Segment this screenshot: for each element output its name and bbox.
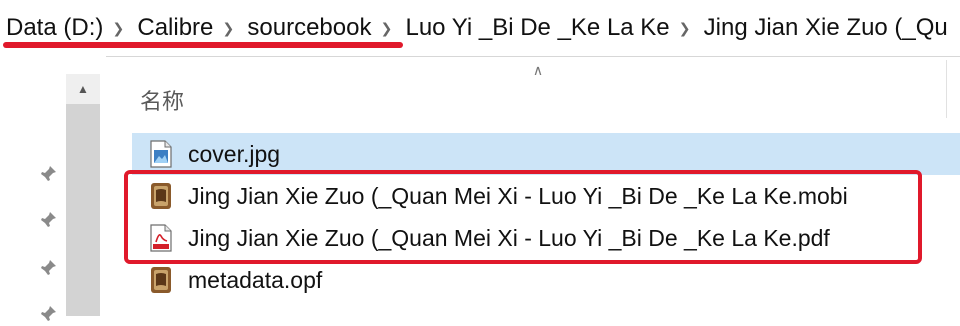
file-row-cover-jpg[interactable]: cover.jpg: [132, 133, 960, 175]
file-row-metadata-opf[interactable]: metadata.opf: [132, 259, 960, 301]
column-divider[interactable]: [946, 60, 947, 118]
pin-icon[interactable]: [36, 208, 60, 232]
column-header-name[interactable]: 名称: [140, 84, 184, 114]
chevron-right-icon[interactable]: ❯: [676, 0, 694, 56]
file-name: metadata.opf: [188, 266, 323, 293]
calibre-book-icon: [148, 265, 174, 295]
sort-ascending-icon: ∧: [532, 62, 544, 78]
breadcrumb-label: Calibre: [137, 14, 214, 41]
image-file-icon: [148, 139, 174, 169]
pin-icon[interactable]: [36, 256, 60, 280]
breadcrumb-label: Luo Yi _Bi De _Ke La Ke: [405, 14, 670, 41]
pin-icon[interactable]: [36, 302, 60, 326]
file-name: cover.jpg: [188, 140, 281, 167]
breadcrumb-label: sourcebook: [247, 14, 372, 41]
scroll-up-arrow-icon[interactable]: ▲: [66, 74, 100, 104]
breadcrumb-label: Data (D:): [6, 14, 104, 41]
breadcrumb-item-author[interactable]: Luo Yi _Bi De _Ke La Ke: [395, 0, 675, 56]
nav-scrollbar-thumb[interactable]: [66, 104, 100, 316]
address-breadcrumb: Data (D:) ❯ Calibre ❯ sourcebook ❯ Luo Y…: [0, 0, 960, 57]
annotation-highlight-box: [124, 170, 922, 264]
annotation-underline: [3, 42, 403, 48]
breadcrumb-label: Jing Jian Xie Zuo (_Qu: [703, 14, 948, 41]
breadcrumb-item-book-folder[interactable]: Jing Jian Xie Zuo (_Qu: [694, 0, 954, 56]
pin-icon[interactable]: [36, 162, 60, 186]
